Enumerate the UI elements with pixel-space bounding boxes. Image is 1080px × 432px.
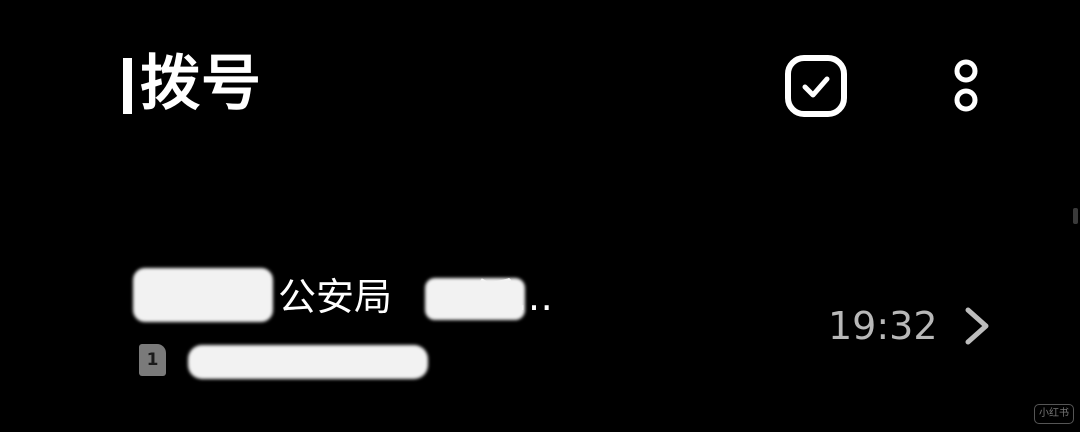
chevron-right-icon[interactable] — [960, 304, 996, 348]
call-time: 19:32 — [828, 304, 938, 348]
redaction-mark — [188, 345, 428, 379]
dialer-screen: 拨号 公安局派… 1 19:32 小红书 — [0, 0, 1080, 432]
page-title: 拨号 — [140, 49, 262, 119]
scroll-edge-indicator — [1073, 208, 1078, 224]
redaction-mark — [133, 268, 273, 322]
title-accent-bar — [123, 58, 132, 114]
sim-card-icon: 1 — [139, 344, 166, 376]
more-vertical-icon — [954, 59, 978, 112]
more-options-button[interactable] — [935, 50, 997, 122]
check-square-icon — [785, 55, 847, 117]
select-button[interactable] — [780, 50, 852, 122]
watermark-logo: 小红书 — [1034, 404, 1074, 424]
contact-name-part: 公安局 — [278, 275, 393, 319]
redaction-mark — [425, 278, 525, 320]
